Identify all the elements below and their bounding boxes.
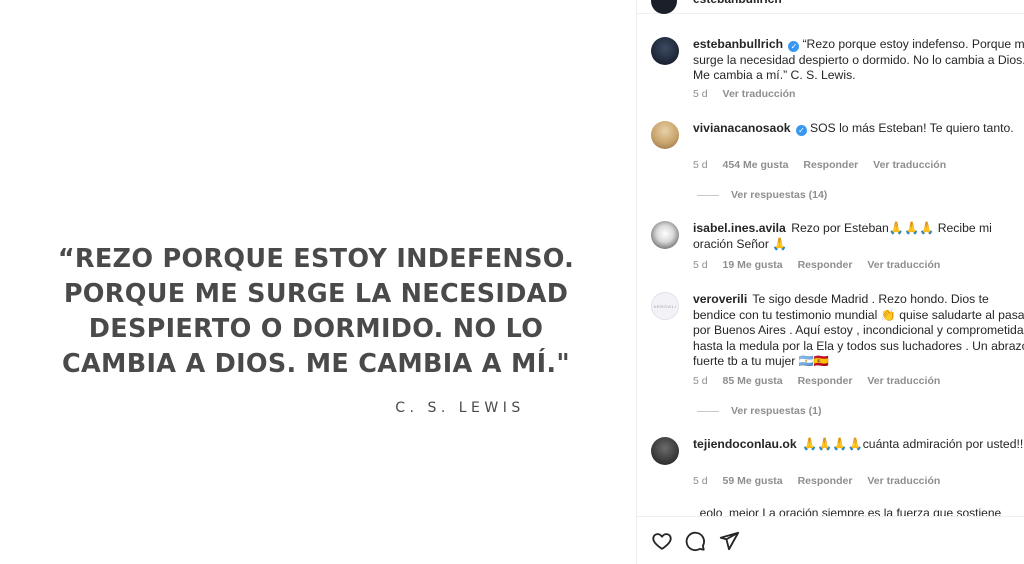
heart-icon[interactable]	[651, 530, 673, 552]
likes-count[interactable]: 85 Me gusta	[723, 375, 783, 387]
translate-link[interactable]: Ver traducción	[867, 475, 940, 487]
comment-username[interactable]: veroverili	[693, 292, 747, 306]
comment-body: vivianacanosaok ✓ SOS lo más Esteban! Te …	[693, 121, 1024, 137]
quote-author: C. S. LEWIS	[395, 400, 525, 416]
header-username[interactable]: estebanbullrich	[693, 0, 782, 6]
comment-username[interactable]: vivianacanosaok	[693, 121, 791, 135]
comment-body: veroverili Te sigo desde Madrid . Rezo h…	[693, 292, 1024, 370]
comment-body: estebanbullrich ✓ “Rezo porque estoy inde…	[693, 37, 1024, 84]
comment-meta: 5 d 59 Me gusta Responder Ver traducción	[693, 475, 952, 487]
comment-meta: 5 d Ver traducción	[693, 88, 807, 100]
post-image: “REZO PORQUE ESTOY INDEFENSO. PORQUE ME …	[0, 0, 636, 564]
comment-time: 5 d	[693, 475, 708, 487]
action-bar	[637, 516, 1024, 564]
comment-meta: 5 d 85 Me gusta Responder Ver traducción	[693, 375, 952, 387]
likes-count[interactable]: 19 Me gusta	[723, 259, 783, 271]
view-replies-button[interactable]: Ver respuestas (1)	[697, 405, 821, 417]
comment-meta: 5 d 19 Me gusta Responder Ver traducción	[693, 259, 952, 271]
avatar[interactable]	[651, 37, 679, 65]
translate-link[interactable]: Ver traducción	[867, 259, 940, 271]
share-icon[interactable]	[718, 530, 740, 552]
comment-username[interactable]: tejiendoconlau.ok	[693, 437, 797, 451]
reply-button[interactable]: Responder	[798, 375, 853, 387]
comment-time: 5 d	[693, 88, 708, 100]
comment-username[interactable]: isabel.ines.avila	[693, 221, 786, 235]
avatar[interactable]	[651, 221, 679, 249]
avatar[interactable]: VEROVILI	[651, 292, 679, 320]
comment-body: tejiendoconlau.ok 🙏🙏🙏🙏cuánta admiración …	[693, 437, 1024, 453]
comment-meta: 5 d 454 Me gusta Responder Ver traducció…	[693, 159, 958, 171]
comments-panel: estebanbullrich estebanbullrich ✓“Rezo p…	[636, 0, 1024, 564]
likes-count[interactable]: 59 Me gusta	[723, 475, 783, 487]
likes-count[interactable]: 454 Me gusta	[723, 159, 789, 171]
verified-icon: ✓	[788, 41, 800, 52]
post-header: estebanbullrich	[637, 0, 1024, 14]
quote-text: “REZO PORQUE ESTOY INDEFENSO. PORQUE ME …	[57, 244, 575, 379]
reply-button[interactable]: Responder	[803, 159, 858, 171]
comment-text: 🙏🙏🙏🙏cuánta admiración por usted!!!	[802, 437, 1024, 451]
verified-icon: ✓	[795, 125, 807, 136]
comment-icon[interactable]	[684, 530, 706, 552]
comment-time: 5 d	[693, 159, 708, 171]
comment-time: 5 d	[693, 375, 708, 387]
translate-link[interactable]: Ver traducción	[867, 375, 940, 387]
comment-username[interactable]: estebanbullrich	[693, 37, 783, 51]
avatar[interactable]	[651, 0, 677, 14]
translate-link[interactable]: Ver traducción	[723, 88, 796, 100]
reply-button[interactable]: Responder	[798, 475, 853, 487]
avatar-text: VEROVILI	[653, 304, 677, 309]
translate-link[interactable]: Ver traducción	[873, 159, 946, 171]
avatar[interactable]	[651, 121, 679, 149]
comment-body: isabel.ines.avila Rezo por Esteban🙏🙏🙏 Re…	[693, 221, 1024, 252]
reply-button[interactable]: Responder	[798, 259, 853, 271]
comment-text: SOS lo más Esteban! Te quiero tanto.	[809, 121, 1014, 135]
view-replies-button[interactable]: Ver respuestas (14)	[697, 189, 827, 201]
comment-time: 5 d	[693, 259, 708, 271]
avatar[interactable]	[651, 437, 679, 465]
